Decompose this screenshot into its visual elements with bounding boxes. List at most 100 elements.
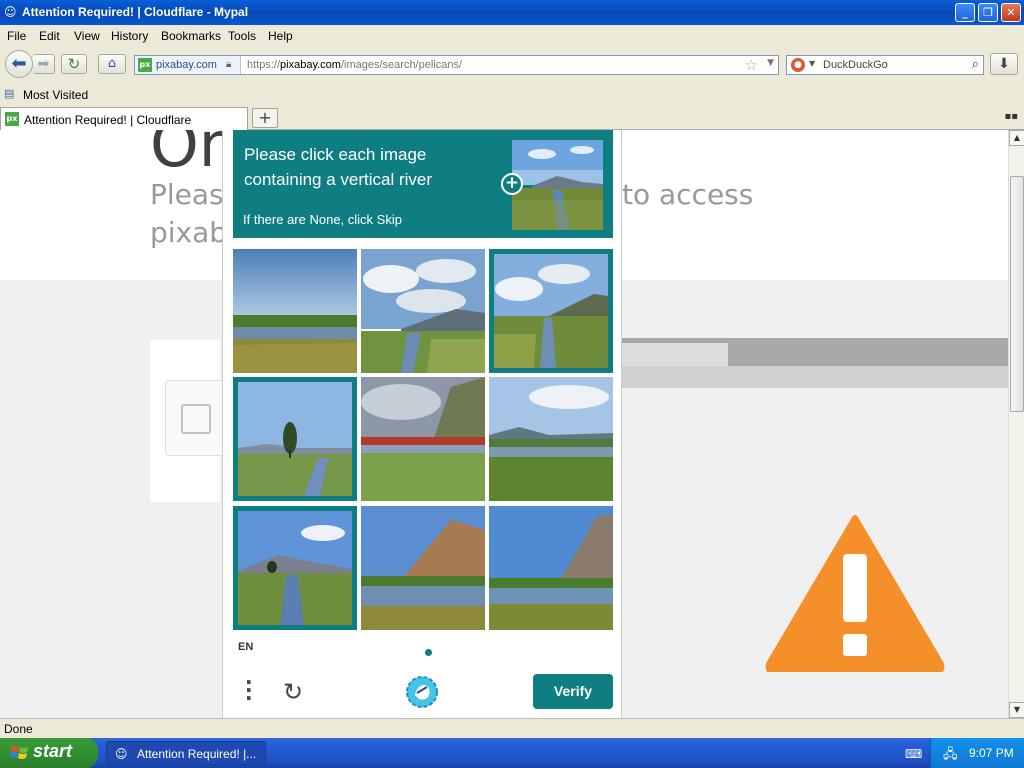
vertical-scrollbar[interactable]: ▲ ▼ <box>1008 130 1024 718</box>
captcha-tile-8[interactable] <box>361 506 485 630</box>
taskbar-item-browser[interactable]: ☺ Attention Required! |... <box>106 741 266 765</box>
window-title: Attention Required! | Cloudflare - Mypal <box>22 5 249 19</box>
tile-image-3 <box>494 254 608 368</box>
pixabay-favicon-icon: px <box>5 112 19 126</box>
status-bar: Done <box>0 718 1024 738</box>
tab-list-icon[interactable]: ▪▪ <box>1004 111 1018 122</box>
network-icon[interactable]: 🖧︎ <box>943 745 958 767</box>
status-text: Done <box>4 722 33 736</box>
tab-bar: px Attention Required! | Cloudflare + ▪▪ <box>0 105 1024 130</box>
keyboard-icon[interactable]: ⌨ <box>905 747 922 761</box>
taskbar: start ☺ Attention Required! |... ⌨ 🖧︎ 9:… <box>0 738 1024 768</box>
captcha-tile-2[interactable] <box>361 249 485 373</box>
duckduckgo-icon[interactable]: ● <box>791 58 805 72</box>
site-name: pixabay.com <box>156 59 217 71</box>
site-identity[interactable]: px pixabay.com 🔒︎ <box>135 56 241 74</box>
hcaptcha-logo-icon[interactable] <box>405 675 439 709</box>
captcha-tile-3[interactable] <box>489 249 613 373</box>
captcha-tile-1[interactable] <box>233 249 357 373</box>
warning-icon <box>765 515 945 672</box>
menu-file[interactable]: File <box>7 29 26 43</box>
page-content: On Please to access pixab Please click e… <box>0 130 1008 718</box>
progress-strip-shadow <box>622 366 1008 388</box>
forward-arrow-icon: ➡ <box>37 56 50 72</box>
downloads-button[interactable]: ⬇ <box>990 53 1018 75</box>
back-arrow-icon: ⬅ <box>11 53 27 74</box>
navigation-toolbar: ⬅ ➡ ↻ ⌂ px pixabay.com 🔒︎ https://pixaba… <box>0 47 1024 83</box>
reload-icon: ↻ <box>67 55 81 73</box>
scroll-up-icon[interactable]: ▲ <box>1009 130 1024 146</box>
search-placeholder[interactable]: DuckDuckGo <box>823 59 888 71</box>
refresh-challenge-icon[interactable]: ↻ <box>283 680 303 704</box>
page-indicator-dot <box>425 649 432 656</box>
menu-edit[interactable]: Edit <box>39 29 60 43</box>
minimize-button[interactable]: _ <box>955 3 975 22</box>
page-subtitle-line2: pixab <box>150 216 228 249</box>
lock-icon: 🔒︎ <box>226 59 232 70</box>
download-arrow-icon: ⬇ <box>998 56 1010 72</box>
captcha-tile-4[interactable] <box>233 377 357 501</box>
menu-tools[interactable]: Tools <box>228 29 256 43</box>
tab-label: Attention Required! | Cloudflare <box>24 113 192 127</box>
most-visited-icon: ▤ <box>4 87 15 100</box>
captcha-tile-6[interactable] <box>489 377 613 501</box>
close-button[interactable]: ✕ <box>1001 3 1021 22</box>
challenge-checkbox[interactable] <box>181 404 211 434</box>
forward-button[interactable]: ➡ <box>33 54 55 74</box>
reload-button[interactable]: ↻ <box>61 54 87 74</box>
search-icon[interactable]: ⌕ <box>972 57 979 72</box>
language-selector[interactable]: EN <box>238 641 253 653</box>
tile-image-7 <box>238 511 352 625</box>
example-image[interactable] <box>512 140 603 230</box>
new-tab-button[interactable]: + <box>252 108 278 128</box>
menu-bookmarks[interactable]: Bookmarks <box>161 29 221 43</box>
menu-history[interactable]: History <box>111 29 148 43</box>
captcha-tile-5[interactable] <box>361 377 485 501</box>
url-bar[interactable]: px pixabay.com 🔒︎ https://pixabay.com/im… <box>134 55 779 75</box>
captcha-tile-9[interactable] <box>489 506 613 630</box>
menu-help[interactable]: Help <box>268 29 293 43</box>
tile-frame-3 <box>494 254 608 368</box>
scroll-down-icon[interactable]: ▼ <box>1009 702 1024 718</box>
search-engine-dropdown-icon[interactable]: ▼ <box>809 59 815 68</box>
url-dropdown-icon[interactable]: ▼ <box>767 58 774 68</box>
progress-strip-highlight <box>622 343 728 366</box>
windows-flag-icon <box>10 746 28 759</box>
tile-frame-7 <box>238 511 352 625</box>
kebab-menu-icon[interactable]: · · · <box>245 672 255 708</box>
taskbar-item-label: Attention Required! |... <box>137 747 257 761</box>
url-text[interactable]: https://pixabay.com/images/search/pelica… <box>247 59 462 71</box>
captcha-skip-hint: If there are None, click Skip <box>243 212 402 227</box>
tile-frame-4 <box>238 382 352 496</box>
tile-image-9 <box>489 506 613 630</box>
menu-bar: File Edit View History Bookmarks Tools H… <box>0 25 1024 47</box>
back-button[interactable]: ⬅ <box>5 50 33 78</box>
search-bar[interactable]: ● ▼ DuckDuckGo ⌕ <box>786 55 984 75</box>
menu-view[interactable]: View <box>74 29 100 43</box>
title-bar: ☺ Attention Required! | Cloudflare - Myp… <box>0 0 1024 25</box>
captcha-prompt: Please click each image containing a ver… <box>244 145 433 189</box>
captcha-tile-7[interactable] <box>233 506 357 630</box>
home-button[interactable]: ⌂ <box>98 54 126 74</box>
home-icon: ⌂ <box>107 56 117 71</box>
captcha-challenge: Please click each image containing a ver… <box>222 130 622 718</box>
start-button[interactable]: start <box>0 738 98 768</box>
expand-example-icon[interactable]: + <box>501 173 523 195</box>
system-tray: 🖧︎ 9:07 PM <box>930 738 1024 768</box>
verify-button[interactable]: Verify <box>533 674 613 709</box>
tile-image-5 <box>361 377 485 501</box>
clock[interactable]: 9:07 PM <box>969 746 1014 760</box>
scroll-thumb[interactable] <box>1010 176 1024 412</box>
captcha-header: Please click each image containing a ver… <box>233 130 613 238</box>
tile-image-6 <box>489 377 613 501</box>
tab-active[interactable]: px Attention Required! | Cloudflare <box>0 107 248 130</box>
page-subtitle-end: to access <box>622 178 754 211</box>
bookmark-most-visited[interactable]: Most Visited <box>23 88 88 102</box>
tile-image-8 <box>361 506 485 630</box>
bookmarks-bar: ▤ Most Visited <box>0 83 1024 105</box>
tile-image-1 <box>233 249 357 373</box>
start-label: start <box>33 741 73 761</box>
bookmark-star-icon[interactable]: ☆ <box>745 56 758 74</box>
mypal-icon: ☺ <box>4 5 17 19</box>
restore-button[interactable]: ❐ <box>978 3 998 22</box>
